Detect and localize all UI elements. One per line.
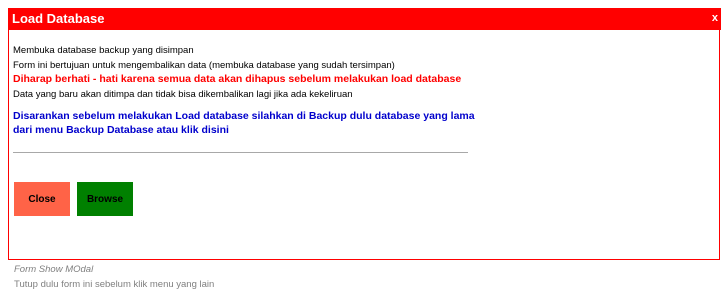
file-path-input[interactable] [13, 152, 468, 169]
form-mode-label: Form Show MOdal [14, 264, 94, 275]
warning-line: Diharap berhati - hati karena semua data… [13, 73, 462, 85]
title-bar: Load Database x [8, 8, 721, 30]
description-line: Membuka database backup yang disimpan [13, 45, 194, 56]
description-line: Form ini bertujuan untuk mengembalikan d… [13, 60, 395, 71]
browse-button[interactable]: Browse [77, 182, 133, 216]
dialog-title: Load Database [12, 11, 105, 26]
load-database-dialog: Load Database x Membuka database backup … [8, 8, 721, 260]
close-icon[interactable]: x [712, 12, 718, 24]
advice-link[interactable]: dari menu Backup Database atau klik disi… [13, 124, 229, 136]
footer-note: Tutup dulu form ini sebelum klik menu ya… [14, 279, 215, 290]
advice-line: Disarankan sebelum melakukan Load databa… [13, 110, 475, 122]
close-button[interactable]: Close [14, 182, 70, 216]
description-line: Data yang baru akan ditimpa dan tidak bi… [13, 89, 353, 100]
